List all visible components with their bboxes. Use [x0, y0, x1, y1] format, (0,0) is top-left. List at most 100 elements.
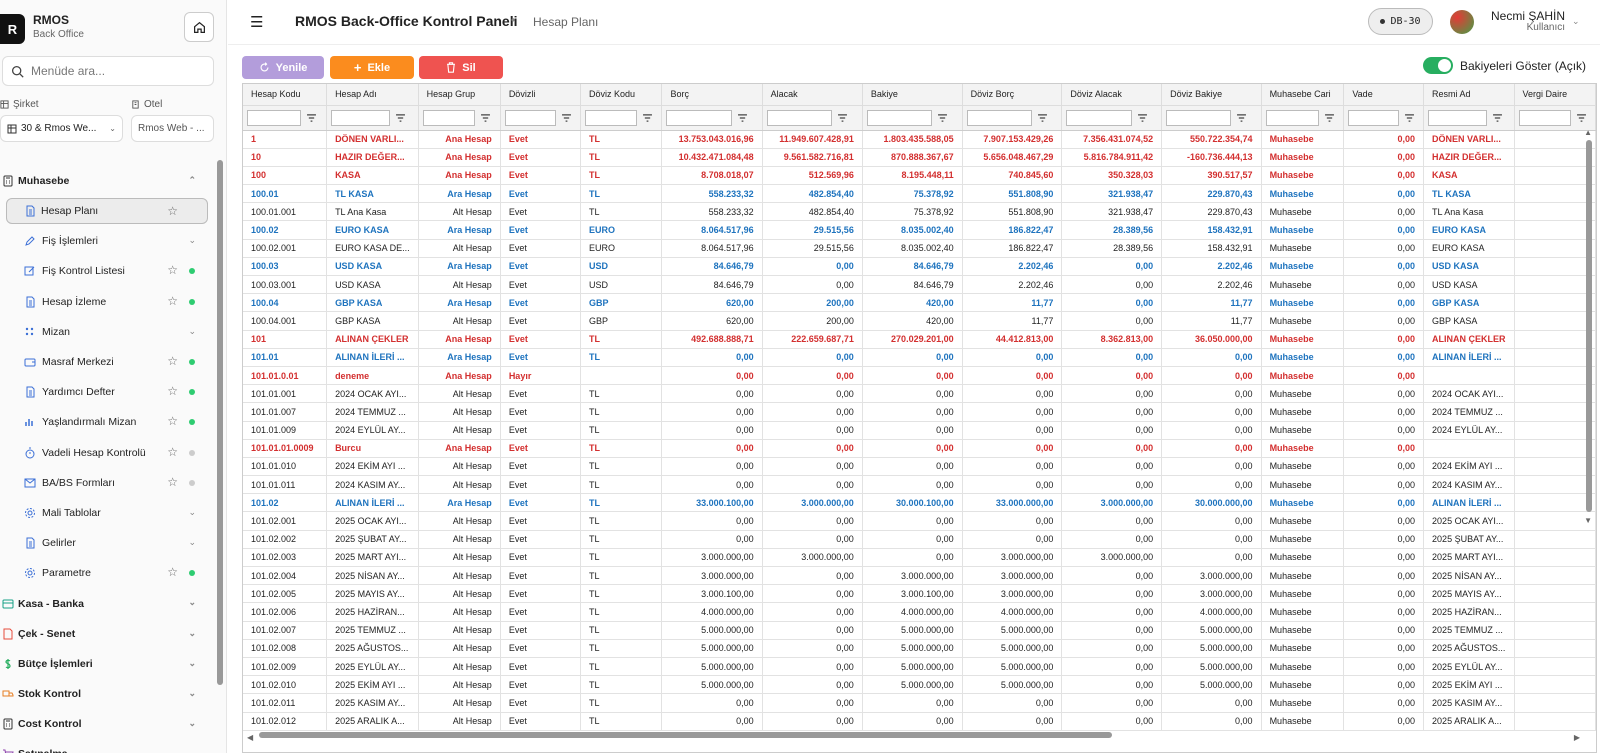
star-icon[interactable]: ☆: [167, 475, 178, 489]
sidebar-item-9[interactable]: Vadeli Hesap Kontrolü ☆: [0, 438, 214, 468]
column-header[interactable]: Dövizli: [500, 84, 581, 106]
table-row[interactable]: 100.02 EURO KASA Ara Hesap Evet EURO 8.064.51…: [243, 220, 1596, 240]
hamburger-menu-icon[interactable]: ☰: [250, 13, 263, 31]
filter-input[interactable]: [247, 109, 302, 126]
table-row[interactable]: 101.02.011 2025 KASIM AY... Alt Hesap Evet T…: [243, 693, 1596, 713]
star-icon[interactable]: ☆: [167, 414, 178, 428]
star-icon[interactable]: ☆: [167, 204, 178, 218]
chevron-down-icon[interactable]: ⌄: [188, 748, 196, 753]
chevron-down-icon[interactable]: ⌄: [188, 718, 196, 729]
filter-icon[interactable]: [1324, 113, 1334, 122]
table-row[interactable]: 101.02.006 2025 HAZİRAN... Alt Hesap Evet TL…: [243, 602, 1596, 622]
star-icon[interactable]: ☆: [167, 263, 178, 277]
chevron-down-icon[interactable]: ⌄: [188, 628, 196, 639]
refresh-button[interactable]: Yenile: [242, 56, 324, 79]
sidebar-item-6[interactable]: Masraf Merkezi ☆: [0, 347, 214, 377]
filter-icon[interactable]: [838, 113, 848, 122]
sidebar-item-16[interactable]: Bütçe İşlemleri ⌄: [0, 649, 214, 679]
star-icon[interactable]: ☆: [167, 565, 178, 579]
column-header[interactable]: Döviz Kodu: [580, 84, 663, 106]
sidebar-item-8[interactable]: Yaşlandırmalı Mizan ☆: [0, 407, 214, 437]
chevron-down-icon[interactable]: ⌄: [188, 537, 196, 548]
sidebar-item-3[interactable]: Fiş Kontrol Listesi ☆: [0, 256, 214, 286]
filter-input[interactable]: [504, 109, 557, 126]
star-icon[interactable]: ☆: [167, 384, 178, 398]
table-row[interactable]: 101.02.007 2025 TEMMUZ ... Alt Hesap Evet TL…: [243, 621, 1596, 640]
sidebar-item-15[interactable]: Çek - Senet ⌄: [0, 619, 214, 649]
menu-search-box[interactable]: Menüde ara...: [2, 56, 214, 86]
filter-input[interactable]: [666, 109, 733, 126]
hotel-select[interactable]: Rmos Web - ...: [131, 115, 214, 142]
column-header[interactable]: Döviz Borç: [962, 84, 1063, 106]
company-select[interactable]: 30 & Rmos We... ⌄: [0, 115, 123, 142]
column-header[interactable]: Döviz Bakiye: [1161, 84, 1262, 106]
search-input[interactable]: Menüde ara...: [31, 64, 105, 78]
sidebar-item-18[interactable]: Cost Kontrol ⌄: [0, 709, 214, 739]
chevron-down-icon[interactable]: ⌄: [188, 688, 196, 699]
filter-icon[interactable]: [1576, 113, 1586, 122]
filter-icon[interactable]: [1237, 113, 1247, 122]
column-header[interactable]: Vergi Daire: [1514, 84, 1596, 106]
filter-input[interactable]: [1166, 109, 1232, 126]
table-row[interactable]: 100 KASA Ana Hesap Evet TL 8.708.018,07 512.56…: [243, 166, 1596, 186]
user-name[interactable]: Necmi ŞAHİN: [1481, 9, 1565, 23]
filter-icon[interactable]: [562, 113, 571, 122]
table-row[interactable]: 101.01.011 2024 KASIM AY... Alt Hesap Evet T…: [243, 475, 1596, 495]
table-row[interactable]: 101.01.01.0009 Burcu Ana Hesap Evet TL 0,00 0,…: [243, 439, 1596, 458]
column-header[interactable]: Hesap Adı: [326, 84, 419, 106]
scroll-down-icon[interactable]: ▼: [1584, 516, 1592, 525]
table-row[interactable]: 101.01 ALINAN İLERİ ... Ara Hesap Evet TL 0,0…: [243, 348, 1596, 367]
filter-icon[interactable]: [307, 113, 316, 122]
sidebar-item-17[interactable]: Stok Kontrol ⌄: [0, 679, 214, 709]
table-row[interactable]: 10 HAZIR DEĞER... Ana Hesap Evet TL 10.432.47…: [243, 148, 1596, 167]
table-row[interactable]: 101.01.009 2024 EYLÜL AY... Alt Hesap Evet T…: [243, 421, 1596, 440]
column-header[interactable]: Hesap Kodu: [243, 84, 328, 106]
sidebar-item-1[interactable]: Hesap Planı ☆: [6, 198, 208, 225]
sidebar-item-2[interactable]: Fiş İşlemleri ⌄: [0, 226, 214, 256]
filter-input[interactable]: [1348, 109, 1400, 126]
star-icon[interactable]: ☆: [167, 294, 178, 308]
table-row[interactable]: 101.01.007 2024 TEMMUZ ... Alt Hesap Evet TL…: [243, 402, 1596, 422]
sidebar-item-7[interactable]: Yardımcı Defter ☆: [0, 377, 214, 407]
column-header[interactable]: Alacak: [762, 84, 863, 106]
sidebar-item-11[interactable]: Mali Tablolar ⌄: [0, 498, 214, 528]
table-row[interactable]: 100.03 USD KASA Ara Hesap Evet USD 84.646,79 0…: [243, 257, 1596, 277]
chevron-down-icon[interactable]: ⌄: [188, 326, 196, 337]
table-row[interactable]: 101.02.003 2025 MART AYI... Alt Hesap Evet T…: [243, 548, 1596, 568]
grid-vertical-scrollbar[interactable]: [1586, 140, 1592, 512]
table-row[interactable]: 101.02.009 2025 EYLÜL AY... Alt Hesap Evet T…: [243, 657, 1596, 677]
table-row[interactable]: 101.02.004 2025 NİSAN AY... Alt Hesap Evet T…: [243, 566, 1596, 586]
table-row[interactable]: 101.01.010 2024 EKİM AYI ... Alt Hesap Evet…: [243, 457, 1596, 477]
sidebar-item-13[interactable]: Parametre ☆: [0, 558, 214, 588]
filter-icon[interactable]: [481, 113, 491, 122]
table-row[interactable]: 101.02.008 2025 AĞUSTOS... Alt Hesap Evet TL…: [243, 639, 1596, 658]
sidebar-item-19[interactable]: Satınalma ⌄: [0, 739, 214, 753]
filter-input[interactable]: [966, 109, 1032, 126]
table-row[interactable]: 100.04.001 GBP KASA Alt Hesap Evet GBP 620,00…: [243, 311, 1596, 331]
sidebar-item-5[interactable]: Mizan ⌄: [0, 317, 214, 347]
chevron-down-icon[interactable]: ⌄: [188, 507, 196, 518]
add-button[interactable]: + Ekle: [330, 56, 414, 79]
chevron-up-icon[interactable]: ⌃: [188, 175, 196, 186]
table-row[interactable]: 101.01.001 2024 OCAK AYI... Alt Hesap Evet T…: [243, 384, 1596, 404]
filter-input[interactable]: [866, 109, 933, 126]
table-row[interactable]: 101.02.001 2025 OCAK AYI... Alt Hesap Evet T…: [243, 511, 1596, 531]
sidebar-item-12[interactable]: Gelirler ⌄: [0, 528, 214, 558]
filter-input[interactable]: [1066, 109, 1132, 126]
filter-icon[interactable]: [396, 113, 406, 122]
sidebar-item-10[interactable]: BA/BS Formları ☆: [0, 468, 214, 498]
filter-icon[interactable]: [938, 113, 948, 122]
table-row[interactable]: 101.01.0.01 deneme Ana Hesap Hayır 0,00 0,00 0…: [243, 366, 1596, 386]
column-header[interactable]: Döviz Alacak: [1061, 84, 1163, 106]
filter-input[interactable]: [422, 109, 476, 126]
table-row[interactable]: 101 ALINAN ÇEKLER Ana Hesap Evet TL 492.688.8…: [243, 330, 1596, 349]
column-header[interactable]: Resmi Ad: [1423, 84, 1515, 106]
filter-input[interactable]: [1428, 109, 1487, 126]
show-balances-toggle[interactable]: [1423, 57, 1453, 74]
chevron-down-icon[interactable]: ⌄: [188, 597, 196, 608]
table-row[interactable]: 101.02 ALINAN İLERİ ... Ara Hesap Evet TL 33.…: [243, 493, 1596, 513]
column-header[interactable]: Vade: [1343, 84, 1425, 106]
star-icon[interactable]: ☆: [167, 354, 178, 368]
filter-icon[interactable]: [643, 113, 653, 122]
chevron-down-icon[interactable]: ⌄: [188, 658, 196, 669]
